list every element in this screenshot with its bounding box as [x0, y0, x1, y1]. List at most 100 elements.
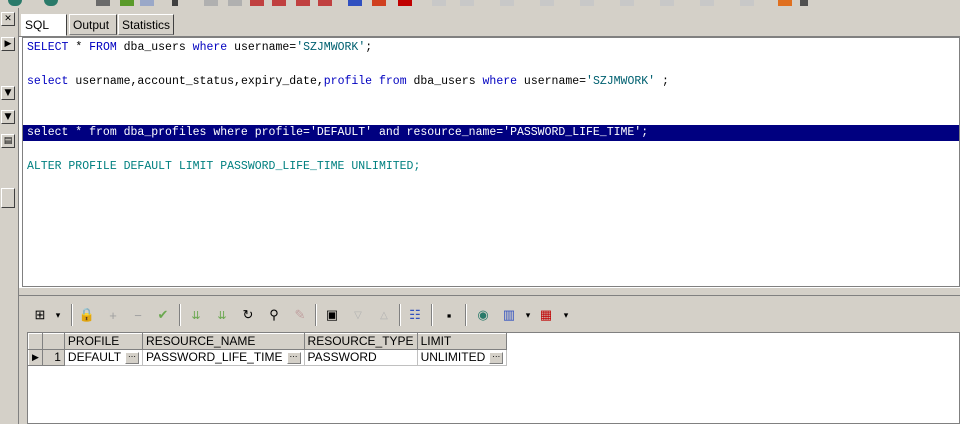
column-header-resource-type[interactable]: RESOURCE_TYPE: [303, 333, 418, 350]
run-icon[interactable]: [250, 0, 264, 6]
sql-token: where: [192, 41, 228, 54]
tool-icon[interactable]: [460, 0, 474, 6]
chevron-down-icon[interactable]: ▾: [557, 306, 575, 324]
step-icon[interactable]: [348, 0, 362, 6]
sql-line-selected[interactable]: select * from dba_profiles where profile…: [23, 125, 959, 141]
toolbar-separator: [431, 304, 433, 326]
export-icon[interactable]: ◉: [474, 306, 492, 324]
main-toolbar: [0, 0, 960, 8]
run-icon[interactable]: [272, 0, 286, 6]
run-icon[interactable]: [318, 0, 332, 6]
sort-desc-icon[interactable]: ▽: [349, 306, 367, 324]
database-icon[interactable]: [44, 0, 58, 6]
copy-icon[interactable]: [120, 0, 134, 6]
row-indicator-header: [28, 333, 43, 350]
sort-asc-icon[interactable]: △: [375, 306, 393, 324]
find-binoculars-icon[interactable]: ⚲: [265, 306, 283, 324]
database-icon[interactable]: [8, 0, 22, 6]
cell-limit[interactable]: UNLIMITED ⋯: [416, 349, 508, 366]
run-icon[interactable]: [296, 0, 310, 6]
cell-value: PASSWORD_LIFE_TIME: [146, 350, 283, 364]
table-icon[interactable]: ▦: [537, 306, 555, 324]
refresh-icon[interactable]: ↻: [239, 306, 257, 324]
scroll-button[interactable]: [1, 188, 15, 208]
grid-toolbar: ⊞ ▾ 🔒 + − ✔ ⇊ ⇊ ↻ ⚲ ✎ ▣ ▽ △ ☷ ▪ ◉ ▥ ▾ ▦ …: [19, 298, 960, 330]
tab-bar: SQL Output Statistics: [19, 8, 960, 37]
chart-icon[interactable]: ▥: [500, 306, 518, 324]
close-icon[interactable]: ✕: [1, 12, 15, 26]
sql-editor[interactable]: SELECT * FROM dba_users where username='…: [22, 37, 960, 287]
left-rail: ✕ ▶ ▼ ▼ ▤: [0, 8, 19, 424]
lock-icon[interactable]: 🔒: [78, 306, 96, 324]
tool-icon[interactable]: [660, 0, 674, 6]
save-icon[interactable]: ▪: [440, 306, 458, 324]
play-arrow-icon[interactable]: ▶: [1, 37, 15, 51]
column-header-label: RESOURCE_NAME: [146, 334, 256, 348]
column-header-label: LIMIT: [420, 334, 452, 348]
table-header-row: PROFILE RESOURCE_NAME RESOURCE_TYPE LIMI…: [28, 333, 508, 350]
tab-sql[interactable]: SQL: [21, 14, 67, 36]
document-icon[interactable]: ▤: [1, 134, 15, 148]
tool-icon[interactable]: [700, 0, 714, 6]
add-record-icon[interactable]: +: [104, 306, 122, 324]
tool-icon[interactable]: [580, 0, 594, 6]
sql-line[interactable]: SELECT * FROM dba_users where username='…: [27, 40, 372, 56]
sql-line[interactable]: ALTER PROFILE DEFAULT LIMIT PASSWORD_LIF…: [27, 159, 420, 175]
sql-token: ALTER PROFILE DEFAULT LIMIT PASSWORD_LIF…: [27, 160, 421, 173]
tool-icon[interactable]: [620, 0, 634, 6]
tool-icon[interactable]: [432, 0, 446, 6]
column-header-profile[interactable]: PROFILE: [63, 333, 144, 350]
dropdown-arrow-icon[interactable]: ▼: [1, 110, 15, 124]
cell-profile[interactable]: DEFAULT ⋯: [63, 349, 144, 366]
tab-output[interactable]: Output: [69, 14, 117, 35]
sql-token: 'SZJMWORK': [296, 41, 366, 54]
sql-token: ;: [365, 41, 373, 54]
sql-token: username=: [517, 75, 587, 88]
sql-token: select * from dba_profiles where profile…: [27, 126, 649, 139]
tool-icon[interactable]: [778, 0, 792, 6]
dropdown-arrow-icon[interactable]: ▼: [1, 86, 15, 100]
cell-value: PASSWORD: [307, 350, 377, 364]
paste-icon[interactable]: [140, 0, 154, 6]
cut-icon[interactable]: [96, 0, 110, 6]
grid-layout-icon[interactable]: ⊞: [31, 306, 49, 324]
tab-statistics[interactable]: Statistics: [118, 14, 174, 35]
row-number-header: [41, 333, 65, 350]
tool-icon[interactable]: [740, 0, 754, 6]
toolbar-separator: [71, 304, 73, 326]
cell-resource-type[interactable]: PASSWORD: [303, 349, 418, 366]
sql-token: dba_users: [406, 75, 483, 88]
sql-line[interactable]: select username,account_status,expiry_da…: [27, 74, 669, 90]
column-header-resource-name[interactable]: RESOURCE_NAME: [142, 333, 305, 350]
table-row[interactable]: ▶ 1 DEFAULT ⋯ PASSWORD_LIFE_TIME ⋯ PASSWOR…: [28, 349, 508, 366]
wrench-icon[interactable]: [172, 0, 178, 6]
commit-icon[interactable]: [372, 0, 386, 6]
query-icon[interactable]: ▣: [323, 306, 341, 324]
forward-icon[interactable]: [228, 0, 242, 6]
clear-icon[interactable]: ✎: [291, 306, 309, 324]
chevron-down-icon[interactable]: ▾: [49, 306, 67, 324]
chevron-down-icon[interactable]: ▾: [519, 306, 537, 324]
column-header-label: RESOURCE_TYPE: [307, 334, 414, 348]
results-pane: ⊞ ▾ 🔒 + − ✔ ⇊ ⇊ ↻ ⚲ ✎ ▣ ▽ △ ☷ ▪ ◉ ▥ ▾ ▦ …: [19, 296, 960, 424]
ellipsis-button[interactable]: ⋯: [489, 351, 504, 364]
sql-token: dba_users: [116, 41, 193, 54]
cell-resource-name[interactable]: PASSWORD_LIFE_TIME ⋯: [142, 349, 305, 366]
results-grid: PROFILE RESOURCE_NAME RESOURCE_TYPE LIMI…: [27, 332, 960, 424]
tool-icon[interactable]: [540, 0, 554, 6]
sql-token: 'SZJMWORK': [586, 75, 656, 88]
filter-down-icon[interactable]: ⇊: [187, 306, 205, 324]
delete-record-icon[interactable]: −: [129, 306, 147, 324]
post-check-icon[interactable]: ✔: [154, 306, 172, 324]
column-header-limit[interactable]: LIMIT: [416, 333, 508, 350]
tree-icon[interactable]: ☷: [406, 306, 424, 324]
pane-splitter[interactable]: [19, 287, 960, 296]
tool-icon[interactable]: [800, 0, 808, 6]
back-icon[interactable]: [204, 0, 218, 6]
ellipsis-button[interactable]: ⋯: [125, 351, 140, 364]
stop-icon[interactable]: [398, 0, 412, 6]
tool-icon[interactable]: [500, 0, 514, 6]
filter-clear-icon[interactable]: ⇊: [213, 306, 231, 324]
ellipsis-button[interactable]: ⋯: [286, 351, 301, 364]
